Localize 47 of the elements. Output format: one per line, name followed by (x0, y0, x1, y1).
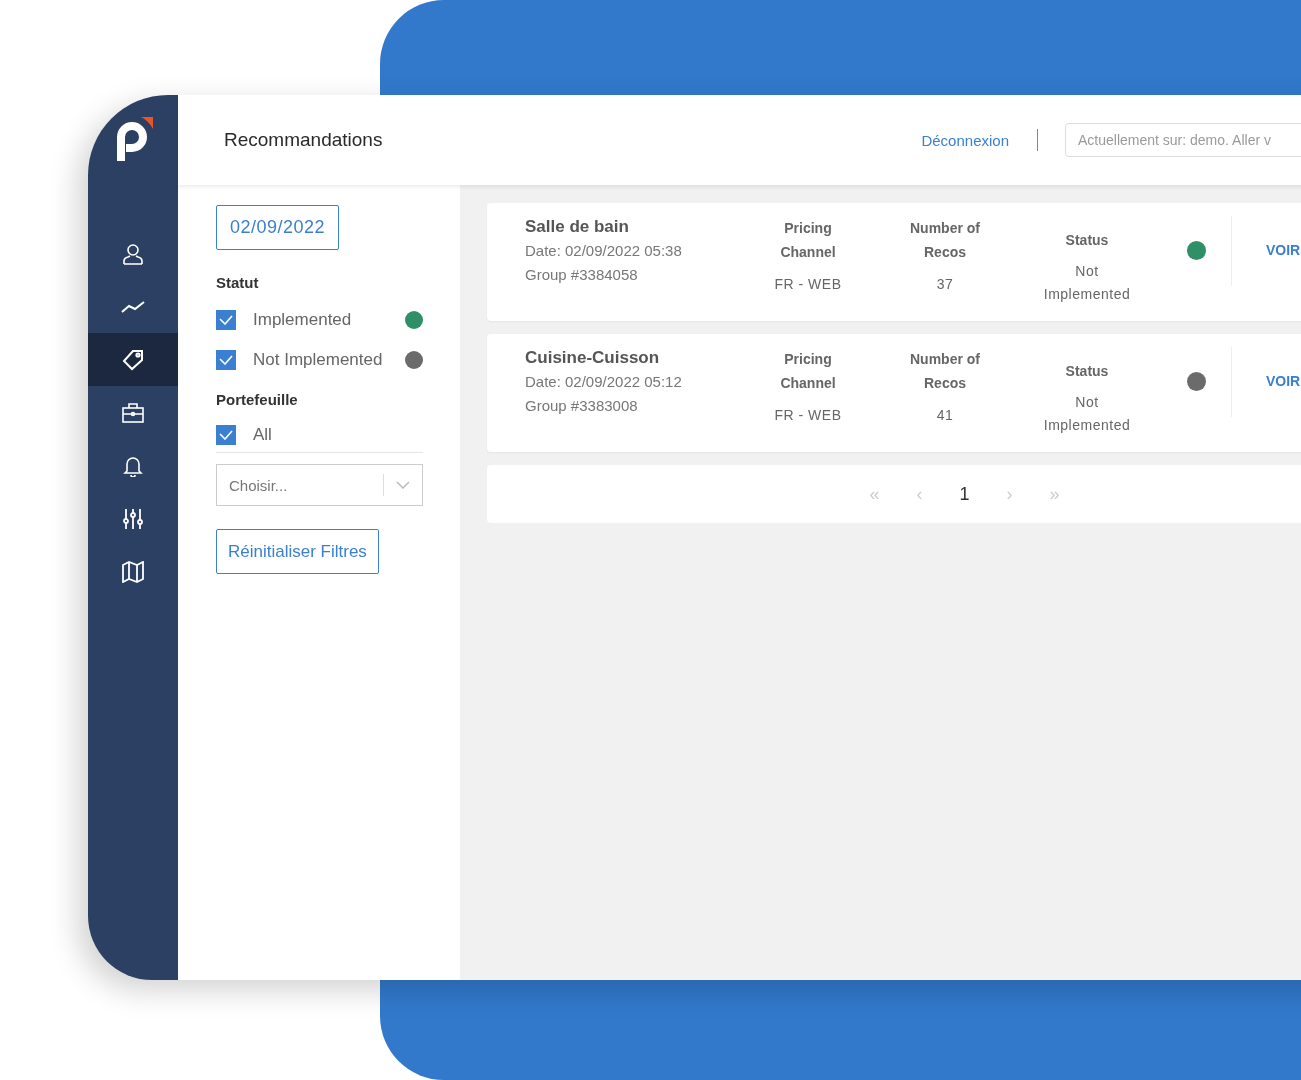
filter-label: Portefeuille (216, 391, 298, 408)
check-icon (219, 355, 233, 365)
card-group: Group #3383008 (525, 394, 758, 417)
column-header: Status (1064, 362, 1110, 381)
context-field[interactable]: Actuellement sur: demo. Aller v (1065, 123, 1301, 157)
checkbox-label: Not Implemented (253, 350, 383, 370)
nav-item[interactable] (88, 333, 178, 386)
column-header: Pricing Channel (779, 219, 837, 262)
column-header: Number of Recos (909, 219, 981, 262)
user-icon (122, 242, 144, 265)
status-value: Not Implemented (1042, 393, 1132, 435)
reset-button[interactable]: Réinitialiser Filtres (216, 529, 379, 574)
checkbox[interactable] (216, 425, 236, 445)
channel-value: FR - WEB (774, 406, 842, 425)
logout-link[interactable]: Déconnexion (921, 131, 1009, 149)
sliders-icon (122, 507, 144, 530)
filter-label: Statut (216, 274, 259, 291)
briefcase-icon (122, 402, 144, 423)
bell-icon (123, 454, 143, 477)
view-link[interactable]: VOIR (1266, 373, 1301, 389)
checkbox-label: All (253, 425, 272, 445)
card-date: Date: 02/09/2022 05:12 (525, 372, 683, 392)
recos-value: 37 (936, 275, 954, 294)
status-value: Not Implemented (1042, 262, 1132, 304)
map-icon (121, 560, 145, 583)
channel-value: FR - WEB (774, 275, 842, 294)
select-dropdown[interactable]: Choisir... (216, 464, 423, 506)
page-title: Recommandations (224, 129, 383, 151)
checkbox[interactable] (216, 310, 236, 330)
page-link[interactable]: 1 (942, 483, 987, 505)
chevron-down-icon (396, 481, 410, 489)
check-icon (219, 315, 233, 325)
column-header: Status (1064, 231, 1110, 250)
column-header: Pricing Channel (779, 350, 837, 393)
checkbox[interactable] (216, 350, 236, 370)
card-title: Cuisine-Cuisson (525, 347, 661, 369)
checkbox-label: Implemented (253, 310, 352, 330)
card-date: Date: 02/09/2022 05:38 (525, 241, 683, 261)
card-group: Group #3384058 (525, 263, 758, 286)
tag-icon (121, 348, 145, 371)
view-link[interactable]: VOIR (1266, 242, 1301, 258)
column-header: Number of Recos (909, 350, 981, 393)
chart-line-icon (120, 299, 146, 314)
date-button[interactable]: 02/09/2022 (216, 205, 340, 250)
check-icon (219, 430, 233, 440)
card-title: Salle de bain (525, 216, 630, 238)
recos-value: 41 (936, 406, 954, 425)
